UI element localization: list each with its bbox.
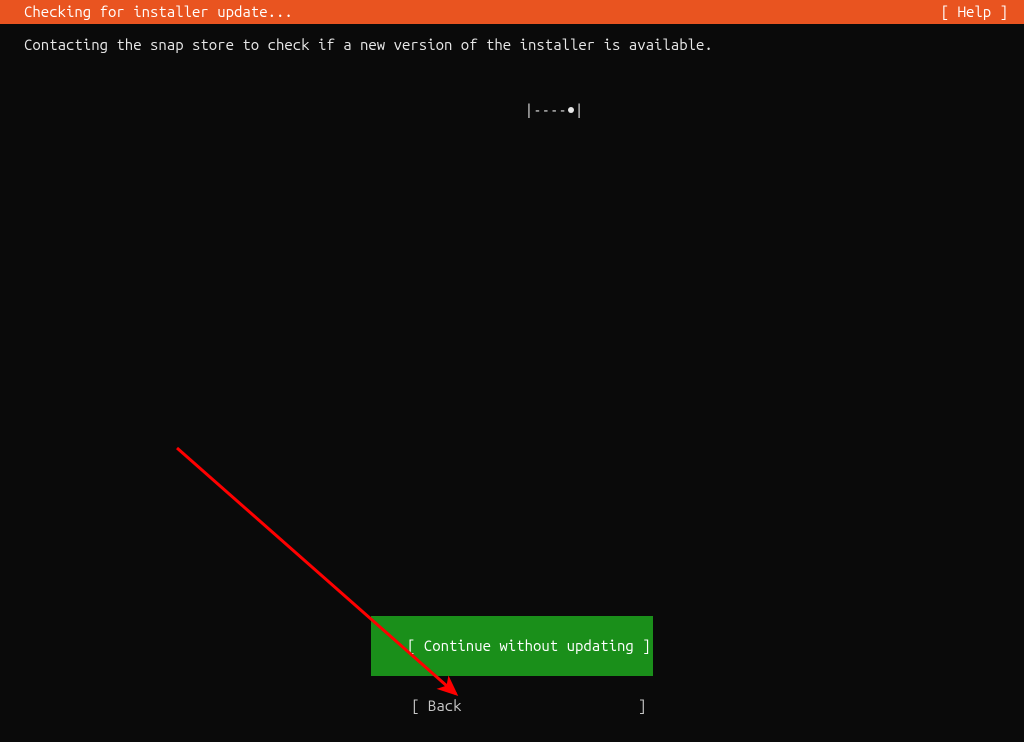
bracket-open: [ [407,637,424,654]
spinner-left: |---- [525,101,567,118]
page-title: Checking for installer update... [24,0,293,24]
bracket-close: ] [462,697,647,714]
back-button[interactable]: [ Back ] [376,676,649,736]
bracket-open: [ [411,697,428,714]
status-text: Contacting the snap store to check if a … [24,36,1000,53]
spinner-right: | [575,101,583,118]
spinner-dot-icon [568,107,574,113]
continue-label: Continue without updating [424,637,634,654]
back-label: Back [428,697,462,714]
spinner: |---- | [24,67,1000,152]
footer-actions: [ Continue without updating ] [ Back ] [0,616,1024,736]
continue-without-updating-button[interactable]: [ Continue without updating ] [371,616,652,676]
main-content: Contacting the snap store to check if a … [0,24,1024,152]
title-bar: Checking for installer update... [ Help … [0,0,1024,24]
bracket-close: ] [634,637,651,654]
help-button[interactable]: [ Help ] [941,0,1008,24]
